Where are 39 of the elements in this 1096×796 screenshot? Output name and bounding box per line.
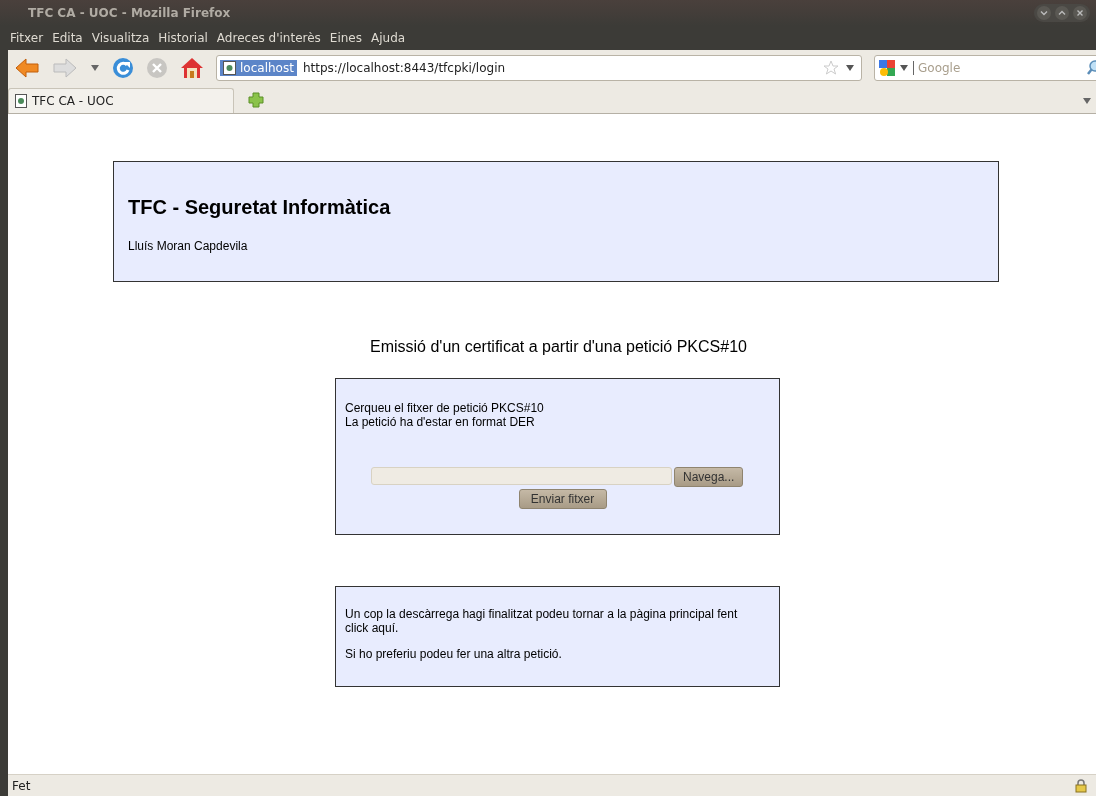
minimize-icon[interactable] <box>1036 5 1052 21</box>
search-box[interactable]: Google <box>874 55 1096 81</box>
info-paragraph: Un cop la descàrrega hagi finalitzat podeu tornar a la pàgina principal fent click aquí. <box>345 607 739 635</box>
menu-item[interactable]: Eines <box>329 31 362 45</box>
close-icon[interactable] <box>1072 5 1088 21</box>
dropdown-icon[interactable] <box>845 64 855 72</box>
maximize-icon[interactable] <box>1054 5 1070 21</box>
page-icon <box>15 94 27 108</box>
page-icon <box>223 61 236 75</box>
menu-item[interactable]: Historial <box>158 31 208 45</box>
search-engine-icon[interactable] <box>879 60 895 76</box>
site-title: TFC - Seguretat Informàtica <box>128 196 392 219</box>
menu-item[interactable]: Ajuda <box>371 31 406 45</box>
info-paragraph: Si ho preferiu podeu fer una altra petició. <box>345 647 563 661</box>
home-icon[interactable] <box>180 57 204 79</box>
dropdown-icon[interactable] <box>899 64 909 72</box>
author-name: Lluís Moran Capdevila <box>128 239 249 253</box>
instruction-text: La petició ha d'estar en format DER <box>345 415 536 429</box>
address-field[interactable]: localhost https://localhost:8443/tfcpki/login <box>216 55 862 81</box>
plus-icon[interactable] <box>248 92 264 108</box>
menu-item[interactable]: Adreces d'interès <box>216 31 321 45</box>
padlock-icon <box>1074 778 1088 793</box>
submit-button[interactable]: Enviar fitxer <box>518 489 607 509</box>
browser-tab[interactable]: TFC CA - UOC <box>8 88 234 113</box>
menu-item[interactable]: Fitxer <box>10 31 44 45</box>
browse-button[interactable]: Navega... <box>674 467 744 487</box>
site-identity-label[interactable]: localhost <box>220 60 297 76</box>
menu-item[interactable]: Visualitza <box>91 31 150 45</box>
window-title: TFC CA - UOC - Mozilla Firefox <box>28 6 231 20</box>
star-icon[interactable] <box>823 60 839 76</box>
dropdown-icon[interactable] <box>1082 97 1092 105</box>
instruction-text: Cerqueu el fitxer de petició PKCS#10 <box>345 401 545 415</box>
back-arrow-icon[interactable] <box>14 57 40 79</box>
reload-icon[interactable] <box>112 57 134 79</box>
file-path-field[interactable] <box>371 467 672 485</box>
menu-item[interactable]: Edita <box>52 31 83 45</box>
page-heading: Emissió d'un certificat a partir d'una petició PKCS#10 <box>370 338 748 356</box>
status-text: Fet <box>12 778 31 793</box>
dropdown-icon[interactable] <box>90 64 100 72</box>
